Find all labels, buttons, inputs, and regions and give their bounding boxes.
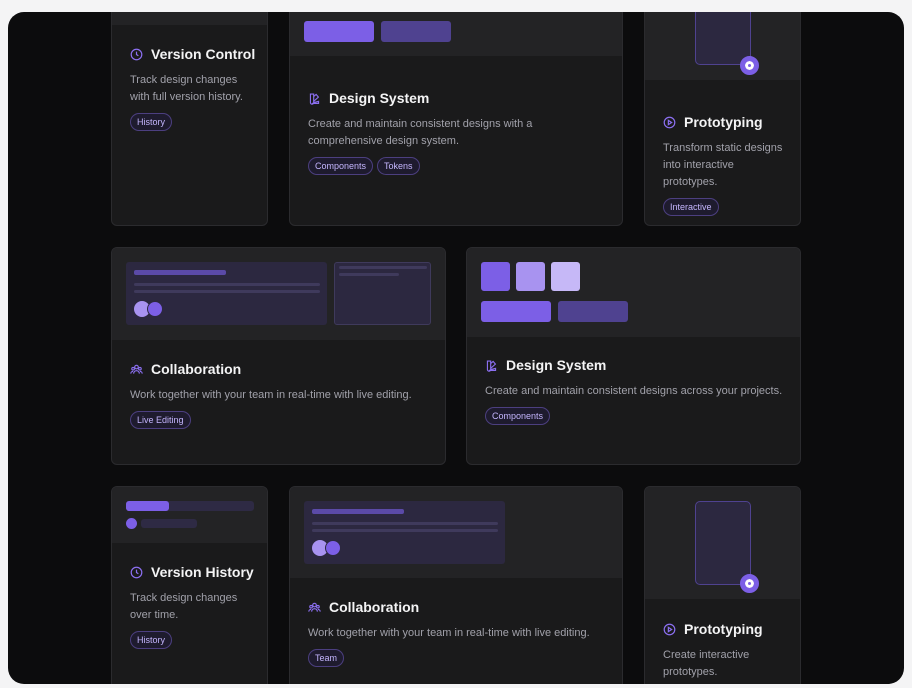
swatch-primary xyxy=(481,301,551,322)
card-description: Work together with your team in real-tim… xyxy=(130,389,412,401)
play-circle-icon xyxy=(663,116,676,128)
panel-mockup xyxy=(334,262,431,325)
timeline-progress xyxy=(126,501,169,511)
card-title: Collaboration xyxy=(329,599,420,615)
tag-tokens[interactable]: Tokens xyxy=(377,157,420,175)
editor-mockup xyxy=(304,501,505,564)
card-preview xyxy=(112,12,267,25)
palette-icon xyxy=(309,92,320,105)
card-title: Version History xyxy=(151,564,254,580)
card-version-control[interactable]: Version Control Track design changes wit… xyxy=(111,12,268,226)
card-title: Design System xyxy=(506,357,607,373)
touch-indicator xyxy=(740,56,759,75)
tag-components[interactable]: Components xyxy=(308,157,374,175)
clock-icon xyxy=(130,48,143,60)
card-preview xyxy=(645,12,800,80)
users-icon xyxy=(308,602,321,612)
tag-interactive[interactable]: Interactive xyxy=(663,198,719,216)
avatar xyxy=(325,540,341,556)
card-description: Create and maintain consistent designs a… xyxy=(485,385,783,397)
card-description: Track design changes with full version h… xyxy=(130,74,243,103)
card-design-system[interactable]: Design System Create and maintain consis… xyxy=(289,12,623,226)
card-title: Version Control xyxy=(151,46,256,62)
swatch-primary xyxy=(304,21,374,42)
card-design-system[interactable]: Design System Create and maintain consis… xyxy=(466,247,801,465)
card-preview xyxy=(112,248,445,340)
bento-grid: Version Control Track design changes wit… xyxy=(8,12,904,684)
tag-history[interactable]: History xyxy=(130,113,173,131)
phone-mockup xyxy=(695,12,751,65)
tag-team[interactable]: Team xyxy=(308,649,345,667)
card-preview xyxy=(290,487,622,578)
tag-components[interactable]: Components xyxy=(485,407,551,425)
swatch-mid xyxy=(516,262,545,291)
card-preview xyxy=(290,12,622,56)
timeline-track xyxy=(126,501,254,511)
card-description: Transform static designs into interactiv… xyxy=(663,142,783,188)
card-title: Prototyping xyxy=(684,114,763,130)
card-description: Create and maintain consistent designs w… xyxy=(308,118,533,147)
card-collaboration[interactable]: Collaboration Work together with your te… xyxy=(111,247,446,465)
card-preview xyxy=(112,487,267,543)
phone-mockup xyxy=(695,501,751,585)
tag-history[interactable]: History xyxy=(130,631,173,649)
card-prototyping[interactable]: Prototyping Transform static designs int… xyxy=(644,12,801,226)
card-prototyping[interactable]: Prototyping Create interactive prototype… xyxy=(644,486,801,684)
swatch-dark xyxy=(481,262,510,291)
users-icon xyxy=(130,364,143,374)
card-title: Design System xyxy=(329,90,430,106)
palette-icon xyxy=(486,359,497,372)
play-circle-icon xyxy=(663,623,676,635)
timeline-label xyxy=(141,519,197,528)
card-collaboration[interactable]: Collaboration Work together with your te… xyxy=(289,486,623,684)
swatch-secondary xyxy=(558,301,628,322)
card-preview xyxy=(645,487,800,599)
card-title: Collaboration xyxy=(151,361,242,377)
card-version-history[interactable]: Version History Track design changes ove… xyxy=(111,486,268,684)
card-description: Work together with your team in real-tim… xyxy=(308,627,590,639)
swatch-secondary xyxy=(381,21,451,42)
editor-mockup xyxy=(126,262,327,325)
swatch-light xyxy=(551,262,580,291)
card-description: Create interactive prototypes. xyxy=(663,649,750,678)
clock-icon xyxy=(130,566,143,578)
card-description: Track design changes over time. xyxy=(130,592,238,621)
tag-live-editing[interactable]: Live Editing xyxy=(130,411,191,429)
card-preview xyxy=(467,248,800,337)
card-title: Prototyping xyxy=(684,621,763,637)
touch-indicator xyxy=(740,574,759,593)
timeline-marker xyxy=(126,518,137,529)
avatar xyxy=(147,301,163,317)
